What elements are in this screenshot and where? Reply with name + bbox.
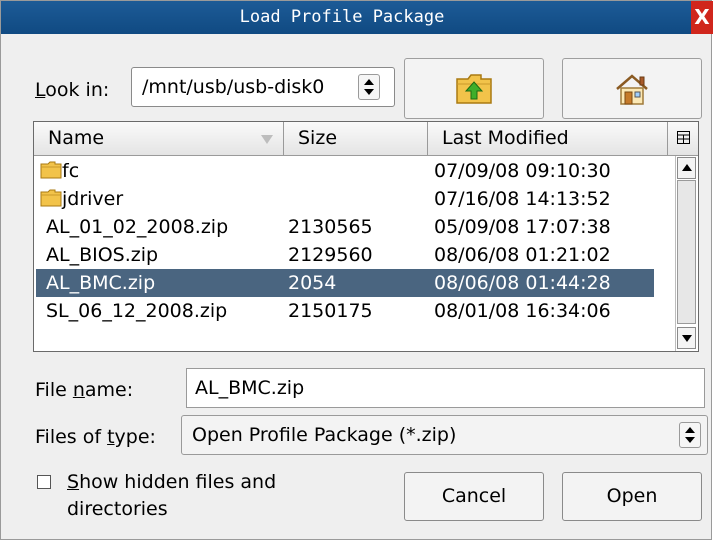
scroll-down-button[interactable] xyxy=(677,327,696,349)
column-header-name[interactable]: Name xyxy=(34,122,284,156)
list-item-selected[interactable]: AL_BMC.zip 2054 08/06/08 01:44:28 xyxy=(36,269,654,297)
look-in-combo[interactable]: /mnt/usb/usb-disk0 xyxy=(131,67,395,107)
file-name-cell: AL_BIOS.zip xyxy=(46,244,159,266)
file-modified-cell: 07/16/08 14:13:52 xyxy=(434,188,611,210)
column-modified-label: Last Modified xyxy=(442,127,569,149)
file-size-cell: 2150175 xyxy=(288,300,373,322)
parent-directory-button[interactable] xyxy=(404,58,544,119)
cancel-button[interactable]: Cancel xyxy=(404,472,544,521)
chevron-down-icon xyxy=(364,89,374,95)
file-list[interactable]: Name Size Last Modified fc 07/09/08 09:1… xyxy=(33,121,699,352)
arrow-down-icon xyxy=(682,335,692,342)
column-config-button[interactable] xyxy=(668,122,698,156)
file-name-cell: jdriver xyxy=(62,188,124,210)
show-hidden-checkbox[interactable] xyxy=(37,475,51,489)
file-type-value: Open Profile Package (*.zip) xyxy=(192,424,457,446)
list-item[interactable]: fc 07/09/08 09:10:30 xyxy=(36,157,654,185)
scroll-thumb[interactable] xyxy=(677,180,696,324)
chevron-up-icon xyxy=(364,79,374,85)
file-name-label: File name: xyxy=(35,379,134,401)
chevron-down-icon xyxy=(685,437,695,443)
open-button[interactable]: Open xyxy=(562,472,702,521)
look-in-spinner[interactable] xyxy=(358,74,380,100)
folder-icon xyxy=(40,161,62,179)
file-name-cell: AL_BMC.zip xyxy=(46,272,156,294)
arrow-up-icon xyxy=(682,164,692,171)
scroll-up-button[interactable] xyxy=(677,157,696,179)
show-hidden-label[interactable]: Show hidden files and directories xyxy=(67,469,276,523)
folder-up-icon xyxy=(456,73,492,104)
column-header-size[interactable]: Size xyxy=(284,122,428,156)
file-modified-cell: 07/09/08 09:10:30 xyxy=(434,160,611,182)
home-directory-button[interactable] xyxy=(562,58,702,119)
file-modified-cell: 08/06/08 01:21:02 xyxy=(434,244,611,266)
home-icon xyxy=(616,73,648,105)
file-modified-cell: 08/06/08 01:44:28 xyxy=(434,272,611,294)
folder-icon xyxy=(40,189,62,207)
column-size-label: Size xyxy=(298,127,338,149)
column-header-modified[interactable]: Last Modified xyxy=(428,122,668,156)
file-size-cell: 2129560 xyxy=(288,244,373,266)
file-size-cell: 2130565 xyxy=(288,216,373,238)
file-name-cell: fc xyxy=(62,160,80,182)
columns-config-icon xyxy=(677,131,690,144)
file-size-cell: 2054 xyxy=(288,272,337,294)
file-name-input[interactable]: AL_BMC.zip xyxy=(186,368,705,408)
file-modified-cell: 05/09/08 17:07:38 xyxy=(434,216,611,238)
chevron-up-icon xyxy=(685,427,695,433)
list-item[interactable]: AL_BIOS.zip 2129560 08/06/08 01:21:02 xyxy=(36,241,654,269)
list-item[interactable]: SL_06_12_2008.zip 2150175 08/01/08 16:34… xyxy=(36,297,654,325)
file-modified-cell: 08/01/08 16:34:06 xyxy=(434,300,611,322)
vertical-scrollbar[interactable] xyxy=(675,156,697,351)
list-item[interactable]: jdriver 07/16/08 14:13:52 xyxy=(36,185,654,213)
file-name-cell: AL_01_02_2008.zip xyxy=(46,216,229,238)
close-button[interactable]: X xyxy=(691,1,713,34)
column-name-label: Name xyxy=(48,127,105,149)
load-profile-dialog: Load Profile Package X Look in: /mnt/usb… xyxy=(0,0,713,540)
sort-indicator-icon xyxy=(261,135,273,144)
look-in-path: /mnt/usb/usb-disk0 xyxy=(142,76,325,98)
look-in-label: Look in: xyxy=(35,79,110,101)
file-type-select[interactable]: Open Profile Package (*.zip) xyxy=(181,415,708,455)
list-item[interactable]: AL_01_02_2008.zip 2130565 05/09/08 17:07… xyxy=(36,213,654,241)
window-title: Load Profile Package xyxy=(239,7,445,27)
file-type-spinner[interactable] xyxy=(679,422,701,448)
file-rows: fc 07/09/08 09:10:30 jdriver 07/16/08 14… xyxy=(36,156,656,351)
title-bar[interactable]: Load Profile Package X xyxy=(1,1,713,34)
file-type-label: Files of type: xyxy=(35,426,156,448)
file-name-cell: SL_06_12_2008.zip xyxy=(46,300,228,322)
